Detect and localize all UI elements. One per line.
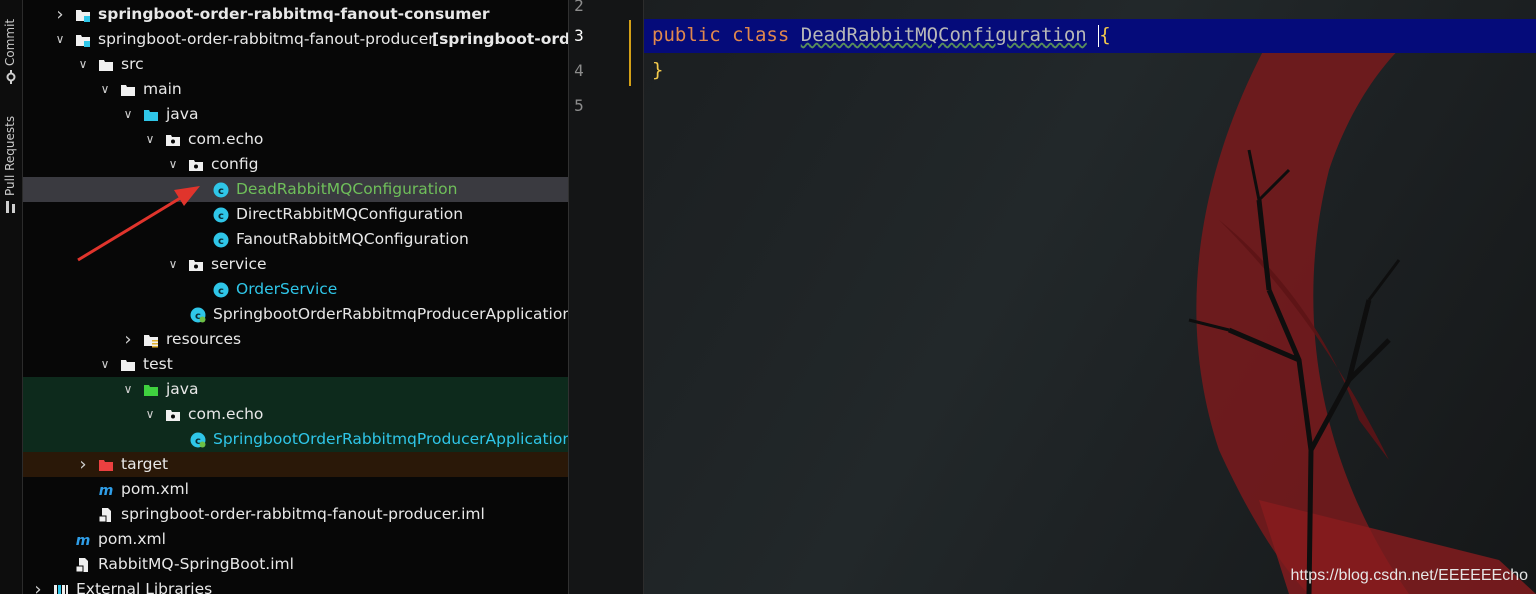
code-line-3[interactable]: public class DeadRabbitMQConfiguration { bbox=[652, 24, 1111, 47]
tree-row[interactable]: › target bbox=[23, 452, 568, 477]
folder-icon bbox=[99, 60, 113, 71]
code-line-4[interactable]: } bbox=[652, 59, 663, 81]
maven-icon: m bbox=[76, 533, 91, 548]
package-icon bbox=[166, 410, 180, 421]
module-folder-icon bbox=[76, 10, 90, 22]
tree-row[interactable]: ∨ com.echo bbox=[23, 402, 568, 427]
tree-row[interactable]: ∨ main bbox=[23, 77, 568, 102]
iml-file-icon bbox=[98, 508, 111, 523]
excluded-folder-icon bbox=[99, 460, 113, 471]
chevron-down-icon[interactable]: ∨ bbox=[166, 152, 180, 177]
spring-boot-class-icon: c bbox=[190, 307, 206, 323]
tree-row[interactable]: m pom.xml bbox=[23, 527, 568, 552]
maven-icon: m bbox=[99, 483, 114, 498]
chevron-down-icon[interactable]: ∨ bbox=[121, 377, 135, 402]
chevron-right-icon[interactable]: › bbox=[31, 577, 45, 594]
svg-text:m: m bbox=[99, 483, 114, 498]
module-name-suffix: [springboot-order bbox=[432, 30, 568, 48]
pull-request-icon bbox=[6, 201, 15, 213]
tree-row[interactable]: ∨ src bbox=[23, 52, 568, 77]
tree-item-label: src bbox=[121, 55, 144, 73]
chevron-right-icon[interactable]: › bbox=[121, 327, 135, 352]
tree-item-label: java bbox=[166, 380, 199, 398]
chevron-right-icon[interactable]: › bbox=[53, 2, 67, 27]
line-number: 2 bbox=[574, 0, 584, 15]
spring-boot-class-icon: c bbox=[190, 432, 206, 448]
tree-row[interactable]: ∨ test bbox=[23, 352, 568, 377]
iml-file-icon bbox=[75, 558, 88, 573]
line-number: 5 bbox=[574, 96, 584, 115]
tree-item-label: target bbox=[121, 455, 169, 473]
editor-gutter bbox=[569, 0, 644, 594]
tree-item-label: springboot-order-rabbitmq-fanout-produce… bbox=[121, 505, 485, 523]
chevron-down-icon[interactable]: ∨ bbox=[98, 77, 112, 102]
tree-item-label: test bbox=[143, 355, 173, 373]
pull-requests-tool-tab[interactable]: Pull Requests bbox=[0, 108, 22, 218]
tree-item-label: SpringbootOrderRabbitmqProducerApplicati… bbox=[213, 305, 569, 323]
libraries-icon bbox=[54, 585, 68, 594]
tree-row[interactable]: ∨ config bbox=[23, 152, 568, 177]
chevron-down-icon[interactable]: ∨ bbox=[76, 52, 90, 77]
chevron-down-icon[interactable]: ∨ bbox=[143, 127, 157, 152]
tree-item-label: pom.xml bbox=[98, 530, 166, 548]
line-number-current: 3 bbox=[574, 26, 584, 45]
tree-row[interactable]: › resources bbox=[23, 327, 568, 352]
open-brace: { bbox=[1099, 24, 1111, 46]
chevron-right-icon[interactable]: › bbox=[76, 452, 90, 477]
tree-item-label: java bbox=[166, 105, 199, 123]
tree-row[interactable]: c SpringbootOrderRabbitmqProducerApplicat… bbox=[23, 427, 568, 452]
tree-row[interactable]: springboot-order-rabbitmq-fanout-produce… bbox=[23, 502, 568, 527]
package-icon bbox=[189, 160, 203, 171]
close-brace: } bbox=[652, 59, 664, 81]
tree-item-label: pom.xml bbox=[121, 480, 189, 498]
commit-icon bbox=[6, 70, 16, 84]
folder-icon bbox=[121, 85, 135, 96]
source-folder-icon bbox=[144, 110, 158, 121]
annotation-arrow bbox=[77, 186, 200, 262]
tool-window-strip: Commit Pull Requests bbox=[0, 0, 23, 594]
tree-row[interactable]: ∨ java bbox=[23, 377, 568, 402]
tree-row[interactable]: m pom.xml bbox=[23, 477, 568, 502]
tree-item-label: springboot-order-rabbitmq-fanout-consume… bbox=[98, 5, 490, 23]
commit-tab-label: Commit bbox=[3, 18, 17, 66]
tree-row[interactable]: RabbitMQ-SpringBoot.iml bbox=[23, 552, 568, 577]
svg-text:m: m bbox=[76, 533, 91, 548]
tree-item-label: RabbitMQ-SpringBoot.iml bbox=[98, 555, 294, 573]
tree-item-label: com.echo bbox=[188, 405, 264, 423]
tree-row[interactable]: ∨ java bbox=[23, 102, 568, 127]
keyword-class: class bbox=[732, 24, 790, 46]
background-artwork bbox=[1188, 40, 1536, 594]
code-editor[interactable]: 2 3 4 5 public class DeadRabbitMQConfigu… bbox=[569, 0, 1536, 594]
tree-item-label: External Libraries bbox=[76, 580, 213, 594]
project-tree: › springboot-order-rabbitmq-fanout-consum… bbox=[23, 0, 569, 594]
chevron-down-icon[interactable]: ∨ bbox=[98, 352, 112, 377]
tree-row[interactable]: › External Libraries bbox=[23, 577, 568, 594]
watermark: https://blog.csdn.net/EEEEEEcho bbox=[1290, 567, 1528, 584]
line-number: 4 bbox=[574, 61, 584, 80]
test-source-folder-icon bbox=[144, 385, 158, 396]
keyword-public: public bbox=[652, 24, 721, 46]
commit-tool-tab[interactable]: Commit bbox=[0, 0, 22, 90]
class-name: DeadRabbitMQConfiguration bbox=[800, 24, 1087, 46]
chevron-down-icon[interactable]: ∨ bbox=[143, 402, 157, 427]
tree-item-label: main bbox=[143, 80, 182, 98]
pull-requests-tab-label: Pull Requests bbox=[3, 115, 17, 196]
tree-row[interactable]: ∨ com.echo bbox=[23, 127, 568, 152]
indent-guide bbox=[629, 20, 631, 86]
tree-item-label: resources bbox=[166, 330, 242, 348]
tree-item-label: springboot-order-rabbitmq-fanout-produce… bbox=[98, 30, 435, 48]
tree-row[interactable]: c SpringbootOrderRabbitmqProducerApplicat… bbox=[23, 302, 568, 327]
chevron-down-icon[interactable]: ∨ bbox=[53, 27, 67, 52]
tree-item-label: com.echo bbox=[188, 130, 264, 148]
tree-row[interactable]: › springboot-order-rabbitmq-fanout-consum… bbox=[23, 2, 568, 27]
resources-folder-icon bbox=[144, 335, 158, 348]
chevron-down-icon[interactable]: ∨ bbox=[121, 102, 135, 127]
tree-item-label: config bbox=[211, 155, 259, 173]
package-icon bbox=[166, 135, 180, 146]
folder-icon bbox=[121, 360, 135, 371]
tree-row[interactable]: ∨ springboot-order-rabbitmq-fanout-produc… bbox=[23, 27, 568, 52]
module-folder-icon bbox=[76, 35, 90, 47]
tree-item-label: SpringbootOrderRabbitmqProducerApplicati… bbox=[213, 430, 569, 448]
